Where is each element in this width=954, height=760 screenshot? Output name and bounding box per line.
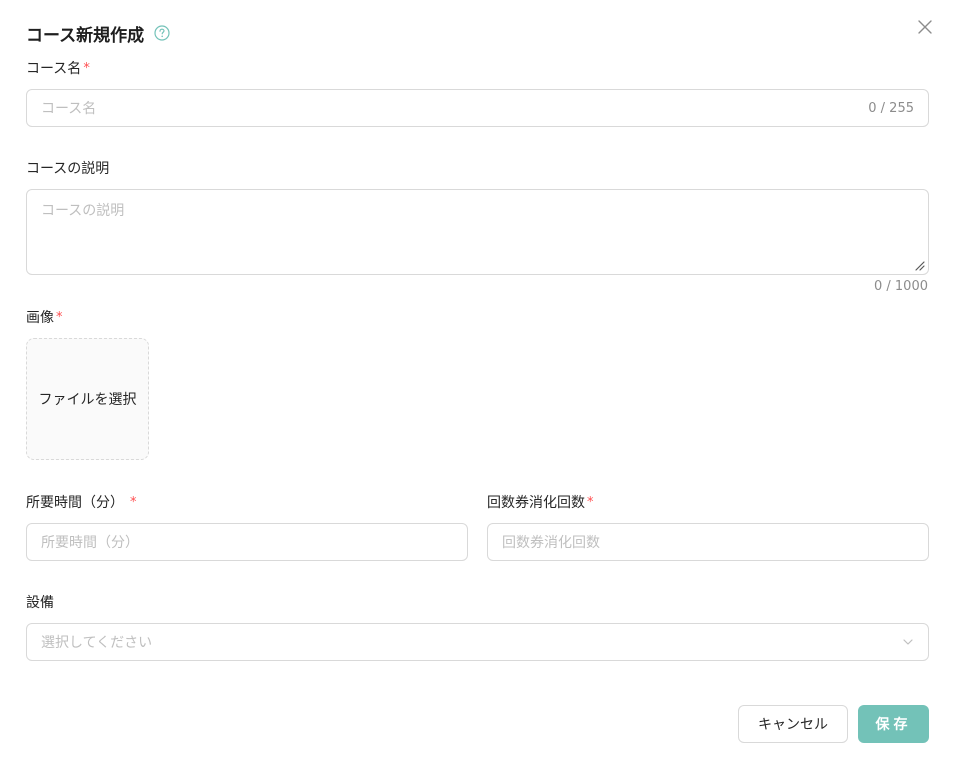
course-name-counter: 0 / 255 <box>868 100 914 116</box>
ticket-count-input[interactable]: 回数券消化回数 <box>487 523 929 561</box>
required-mark: * <box>587 494 594 510</box>
question-circle-icon[interactable] <box>154 25 170 41</box>
duration-label: 所要時間（分） * <box>26 492 137 512</box>
course-name-input[interactable]: コース名 0 / 255 <box>26 89 929 127</box>
save-button[interactable]: 保存 <box>858 705 929 743</box>
equipment-placeholder: 選択してください <box>41 635 153 651</box>
required-mark: * <box>130 494 137 510</box>
file-upload-button[interactable]: ファイルを選択 <box>26 338 149 460</box>
course-name-label: コース名 * <box>26 58 90 78</box>
file-upload-label: ファイルを選択 <box>38 392 137 408</box>
duration-input[interactable]: 所要時間（分） <box>26 523 468 561</box>
modal-title: コース新規作成 <box>26 25 145 46</box>
chevron-down-icon <box>903 639 913 645</box>
equipment-label: 設備 <box>26 592 54 612</box>
cancel-button-label: キャンセル <box>758 717 828 733</box>
resize-handle-icon[interactable] <box>915 261 925 271</box>
description-placeholder: コースの説明 <box>41 203 125 219</box>
equipment-label-text: 設備 <box>26 595 54 611</box>
ticket-count-placeholder: 回数券消化回数 <box>502 535 600 551</box>
close-icon[interactable] <box>916 18 934 36</box>
required-mark: * <box>83 60 90 76</box>
save-button-label: 保存 <box>875 717 912 733</box>
course-name-placeholder: コース名 <box>41 101 97 117</box>
duration-label-text: 所要時間（分） <box>26 495 124 511</box>
description-label: コースの説明 <box>26 158 109 178</box>
ticket-count-label: 回数券消化回数 * <box>487 492 594 512</box>
cancel-button[interactable]: キャンセル <box>738 705 848 743</box>
description-textarea[interactable]: コースの説明 <box>26 189 929 275</box>
course-name-label-text: コース名 <box>26 61 82 77</box>
image-label-text: 画像 <box>26 310 54 326</box>
required-mark: * <box>56 309 63 325</box>
image-label: 画像 * <box>26 307 63 327</box>
ticket-count-label-text: 回数券消化回数 <box>487 495 585 511</box>
duration-placeholder: 所要時間（分） <box>41 535 139 551</box>
description-label-text: コースの説明 <box>26 161 110 177</box>
description-counter: 0 / 1000 <box>874 279 928 294</box>
modal-header: コース新規作成 <box>26 20 170 46</box>
equipment-select[interactable]: 選択してください <box>26 623 929 661</box>
